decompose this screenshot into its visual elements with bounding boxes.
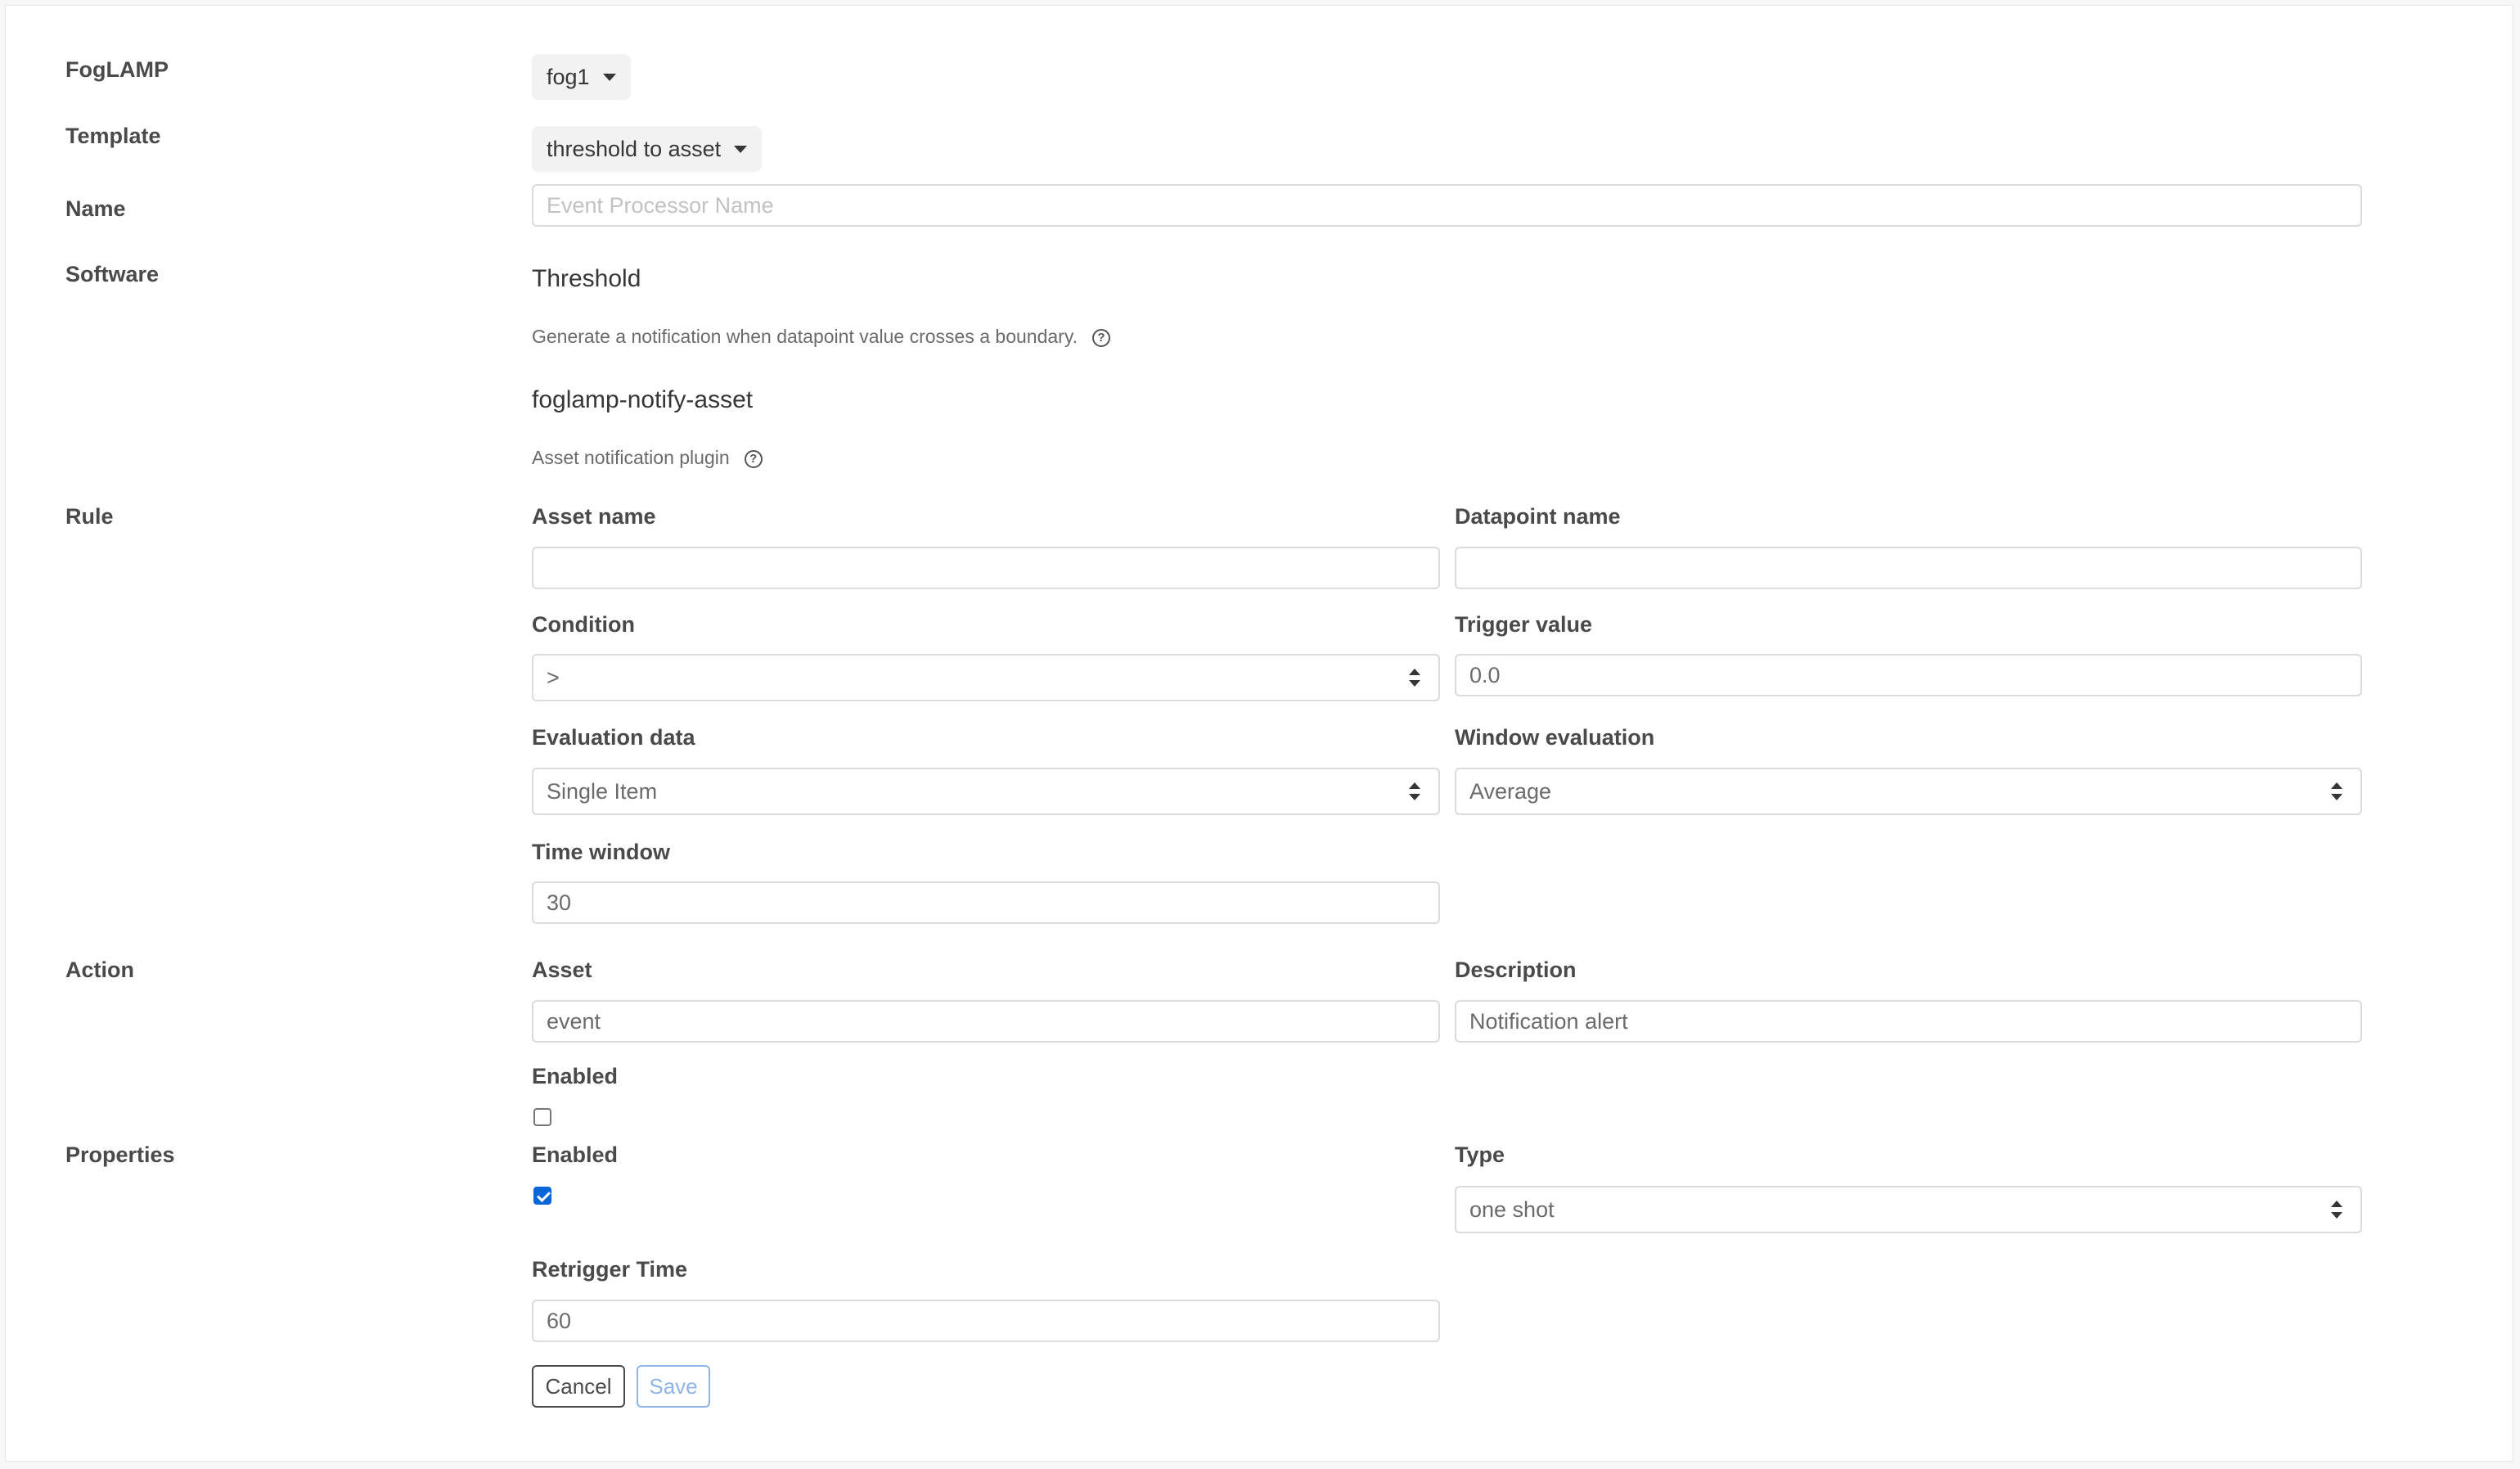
foglamp-dropdown-value: fog1	[547, 64, 590, 89]
action-asset-label: Asset	[532, 958, 592, 982]
rule-plugin-title: Threshold	[532, 265, 641, 292]
action-enabled-label: Enabled	[532, 1064, 619, 1088]
datapoint-name-label: Datapoint name	[1455, 504, 1621, 529]
sort-arrows-icon	[1409, 669, 1420, 687]
section-label-name: Name	[65, 196, 126, 221]
asset-name-input[interactable]	[532, 547, 1440, 589]
properties-enabled-checkbox[interactable]	[533, 1187, 551, 1205]
delivery-plugin-description: Asset notification plugin	[532, 447, 730, 468]
trigger-value-input[interactable]	[1455, 654, 2362, 696]
section-label-rule: Rule	[65, 504, 114, 529]
asset-name-label: Asset name	[532, 504, 656, 529]
condition-select[interactable]: >	[532, 654, 1440, 701]
caret-down-icon	[602, 73, 616, 81]
rule-plugin-description: Generate a notification when datapoint v…	[532, 326, 1078, 347]
condition-select-value: >	[547, 665, 560, 690]
sort-arrows-icon	[1409, 782, 1420, 800]
action-asset-input[interactable]	[532, 1000, 1440, 1043]
question-circle-icon[interactable]: ?	[744, 449, 763, 468]
question-circle-icon[interactable]: ?	[1092, 328, 1110, 347]
evaluation-data-select-value: Single Item	[547, 778, 658, 804]
save-button[interactable]: Save	[637, 1365, 710, 1408]
type-label: Type	[1455, 1142, 1505, 1167]
evaluation-data-select[interactable]: Single Item	[532, 768, 1440, 815]
section-label-action: Action	[65, 958, 134, 982]
section-label-foglamp: FogLAMP	[65, 57, 169, 82]
condition-label: Condition	[532, 612, 635, 637]
sort-arrows-icon	[2331, 1201, 2342, 1219]
section-label-template: Template	[65, 124, 161, 148]
type-select[interactable]: one shot	[1455, 1186, 2362, 1233]
time-window-input[interactable]	[532, 881, 1440, 924]
template-dropdown-value: threshold to asset	[547, 136, 722, 161]
action-enabled-checkbox[interactable]	[533, 1108, 551, 1126]
datapoint-name-input[interactable]	[1455, 547, 2362, 589]
rule-plugin-description-row: Generate a notification when datapoint v…	[532, 326, 1110, 348]
cancel-button[interactable]: Cancel	[532, 1365, 625, 1408]
window-evaluation-select[interactable]: Average	[1455, 768, 2362, 815]
section-label-software: Software	[65, 262, 160, 286]
template-dropdown[interactable]: threshold to asset	[532, 126, 763, 172]
window-evaluation-select-value: Average	[1469, 778, 1552, 804]
section-label-properties: Properties	[65, 1142, 175, 1167]
name-input[interactable]	[532, 184, 2362, 227]
action-description-label: Description	[1455, 958, 1577, 982]
retrigger-time-label: Retrigger Time	[532, 1257, 688, 1282]
foglamp-dropdown[interactable]: fog1	[532, 54, 631, 100]
action-description-input[interactable]	[1455, 1000, 2362, 1043]
caret-down-icon	[734, 145, 748, 153]
type-select-value: one shot	[1469, 1196, 1555, 1222]
properties-enabled-label: Enabled	[532, 1142, 619, 1167]
time-window-label: Time window	[532, 840, 671, 864]
evaluation-data-label: Evaluation data	[532, 725, 695, 750]
delivery-plugin-title: foglamp-notify-asset	[532, 386, 754, 413]
sort-arrows-icon	[2331, 782, 2342, 800]
window-evaluation-label: Window evaluation	[1455, 725, 1655, 750]
retrigger-time-input[interactable]	[532, 1300, 1440, 1342]
trigger-value-label: Trigger value	[1455, 612, 1593, 637]
delivery-plugin-description-row: Asset notification plugin?	[532, 447, 763, 469]
